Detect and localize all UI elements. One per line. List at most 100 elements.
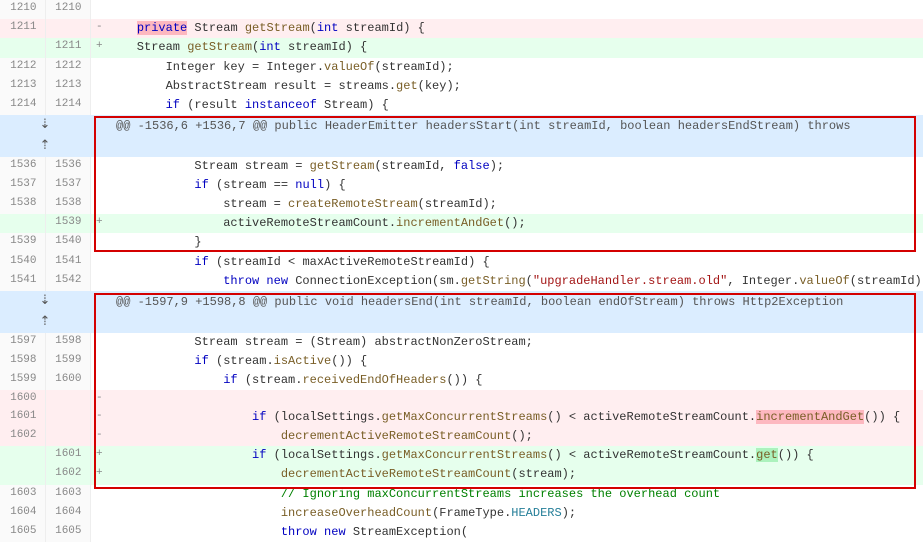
diff-row: 1539 1540 } (0, 233, 923, 252)
code-cell[interactable]: if (localSettings.getMaxConcurrentStream… (108, 408, 923, 427)
expand-down-icon: ⇣ (40, 117, 51, 132)
new-line-num: 1538 (45, 195, 90, 214)
new-line-num: 1539 (45, 214, 90, 233)
old-line-num: 1539 (0, 233, 45, 252)
diff-mark (90, 157, 108, 176)
code-cell[interactable]: AbstractStream result = streams.get(key)… (108, 77, 923, 96)
old-line-num: 1211 (0, 19, 45, 38)
code-cell[interactable]: if (stream == null) { (108, 176, 923, 195)
old-line-num: 1536 (0, 157, 45, 176)
diff-mark (90, 485, 108, 504)
new-line-num: 1210 (45, 0, 90, 19)
code-cell[interactable]: if (streamId < maxActiveRemoteStreamId) … (108, 253, 923, 272)
code-cell[interactable] (108, 0, 923, 19)
code-cell[interactable]: throw new StreamException( (108, 523, 923, 542)
old-line-num: 1605 (0, 523, 45, 542)
code-cell[interactable]: activeRemoteStreamCount.incrementAndGet(… (108, 214, 923, 233)
old-line-num: 1604 (0, 504, 45, 523)
old-line-num: 1598 (0, 352, 45, 371)
diff-row: 1597 1598 Stream stream = (Stream) abstr… (0, 333, 923, 352)
diff-row-deleted: 1601 - if (localSettings.getMaxConcurren… (0, 408, 923, 427)
new-line-num: 1601 (45, 446, 90, 465)
diff-row-deleted: 1602 - decrementActiveRemoteStreamCount(… (0, 427, 923, 446)
diff-viewer: 1210 1210 1211 - private Stream getStrea… (0, 0, 923, 542)
diff-row: 1541 1542 throw new ConnectionException(… (0, 272, 923, 291)
diff-row-added: 1539 + activeRemoteStreamCount.increment… (0, 214, 923, 233)
new-line-num (45, 19, 90, 38)
old-line-num: 1210 (0, 0, 45, 19)
code-cell[interactable]: if (stream.receivedEndOfHeaders()) { (108, 371, 923, 390)
diff-row-added: 1601 + if (localSettings.getMaxConcurren… (0, 446, 923, 465)
old-line-num: 1599 (0, 371, 45, 390)
diff-mark-minus: - (90, 390, 108, 408)
code-cell[interactable]: private Stream getStream(int streamId) { (108, 19, 923, 38)
diff-row: 1213 1213 AbstractStream result = stream… (0, 77, 923, 96)
hunk-header: ⇣⇡ @@ -1597,9 +1598,8 @@ public void hea… (0, 291, 923, 333)
old-line-num: 1597 (0, 333, 45, 352)
diff-mark (90, 195, 108, 214)
old-line-num (0, 446, 45, 465)
code-cell[interactable]: if (localSettings.getMaxConcurrentStream… (108, 446, 923, 465)
new-line-num: 1541 (45, 253, 90, 272)
diff-mark (90, 176, 108, 195)
code-cell[interactable]: } (108, 233, 923, 252)
diff-mark (90, 77, 108, 96)
diff-row-deleted: 1211 - private Stream getStream(int stre… (0, 19, 923, 38)
code-cell[interactable]: Stream stream = (Stream) abstractNonZero… (108, 333, 923, 352)
new-line-num: 1537 (45, 176, 90, 195)
new-line-num (45, 427, 90, 446)
code-cell[interactable]: // Ignoring maxConcurrentStreams increas… (108, 485, 923, 504)
diff-row: 1605 1605 throw new StreamException( (0, 523, 923, 542)
diff-row: 1537 1537 if (stream == null) { (0, 176, 923, 195)
new-line-num (45, 390, 90, 408)
diff-mark (90, 352, 108, 371)
diff-mark (90, 96, 108, 115)
diff-row: 1603 1603 // Ignoring maxConcurrentStrea… (0, 485, 923, 504)
code-cell[interactable]: Stream getStream(int streamId) { (108, 38, 923, 57)
diff-mark-plus: + (90, 38, 108, 57)
diff-mark (90, 233, 108, 252)
diff-row: 1210 1210 (0, 0, 923, 19)
hunk-text: @@ -1536,6 +1536,7 @@ public HeaderEmitt… (108, 115, 923, 157)
code-cell[interactable]: stream = createRemoteStream(streamId); (108, 195, 923, 214)
old-line-num: 1213 (0, 77, 45, 96)
diff-mark (90, 115, 108, 157)
new-line-num: 1598 (45, 333, 90, 352)
code-cell[interactable]: if (stream.isActive()) { (108, 352, 923, 371)
diff-mark (90, 0, 108, 19)
diff-mark-plus: + (90, 465, 108, 484)
new-line-num (45, 408, 90, 427)
old-line-num: 1601 (0, 408, 45, 427)
diff-mark (90, 253, 108, 272)
code-cell[interactable]: decrementActiveRemoteStreamCount(stream)… (108, 465, 923, 484)
expand-button[interactable]: ⇣⇡ (0, 291, 90, 333)
expand-up-icon: ⇡ (40, 138, 51, 153)
new-line-num: 1212 (45, 58, 90, 77)
code-cell[interactable]: throw new ConnectionException(sm.getStri… (108, 272, 923, 291)
diff-mark-minus: - (90, 19, 108, 38)
old-line-num: 1602 (0, 427, 45, 446)
hunk-text: @@ -1597,9 +1598,8 @@ public void header… (108, 291, 923, 333)
diff-mark (90, 272, 108, 291)
expand-button[interactable]: ⇣⇡ (0, 115, 90, 157)
code-cell[interactable]: increaseOverheadCount(FrameType.HEADERS)… (108, 504, 923, 523)
code-cell[interactable]: Stream stream = getStream(streamId, fals… (108, 157, 923, 176)
new-line-num: 1214 (45, 96, 90, 115)
code-cell[interactable]: Integer key = Integer.valueOf(streamId); (108, 58, 923, 77)
old-line-num: 1541 (0, 272, 45, 291)
old-line-num: 1537 (0, 176, 45, 195)
new-line-num: 1213 (45, 77, 90, 96)
diff-row-added: 1602 + decrementActiveRemoteStreamCount(… (0, 465, 923, 484)
new-line-num: 1599 (45, 352, 90, 371)
diff-mark-minus: - (90, 408, 108, 427)
code-cell[interactable] (108, 390, 923, 408)
diff-row: 1214 1214 if (result instanceof Stream) … (0, 96, 923, 115)
old-line-num: 1214 (0, 96, 45, 115)
old-line-num (0, 214, 45, 233)
diff-row: 1598 1599 if (stream.isActive()) { (0, 352, 923, 371)
diff-row-added: 1211 + Stream getStream(int streamId) { (0, 38, 923, 57)
new-line-num: 1602 (45, 465, 90, 484)
code-cell[interactable]: if (result instanceof Stream) { (108, 96, 923, 115)
old-line-num (0, 38, 45, 57)
code-cell[interactable]: decrementActiveRemoteStreamCount(); (108, 427, 923, 446)
